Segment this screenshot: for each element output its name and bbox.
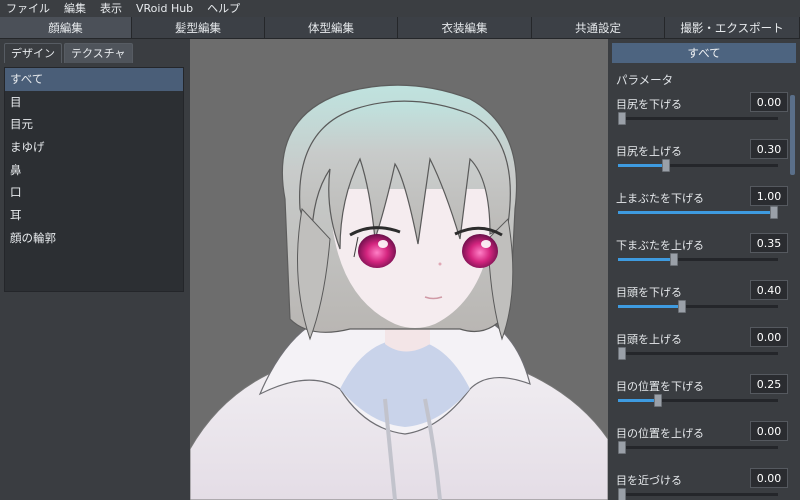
param-slider[interactable] [618,206,778,219]
param-label: 目頭を上げる [616,333,682,346]
category-eye-area[interactable]: 目元 [5,113,183,136]
param-row: 目尻を下げる 0.00 [608,89,800,136]
param-value-input[interactable]: 0.00 [750,92,788,112]
param-row: 目の位置を上げる 0.00 [608,418,800,465]
category-eyes[interactable]: 目 [5,91,183,114]
tab-hair-edit[interactable]: 髪型編集 [132,17,265,39]
tab-face-edit[interactable]: 顔編集 [0,17,132,39]
param-label: 目を近づける [616,474,682,487]
tab-design[interactable]: デザイン [4,43,62,63]
design-texture-tabs: デザイン テクスチャ [4,43,135,63]
param-label: 目の位置を下げる [616,380,704,393]
param-value-input[interactable]: 0.00 [750,421,788,441]
param-row: 目を近づける 0.00 [608,465,800,500]
tab-common-settings[interactable]: 共通設定 [532,17,665,39]
param-value-input[interactable]: 0.00 [750,327,788,347]
category-nose[interactable]: 鼻 [5,159,183,182]
slider-thumb[interactable] [670,253,678,266]
parameter-list: 目尻を下げる 0.00 目尻を上げる 0.30 上まぶたを下げる 1.00 下ま… [608,89,800,500]
tab-photo-export[interactable]: 撮影・エクスポート [665,17,800,39]
slider-thumb[interactable] [618,347,626,360]
category-eyebrows[interactable]: まゆげ [5,136,183,159]
menu-help[interactable]: ヘルプ [207,0,240,17]
param-row: 上まぶたを下げる 1.00 [608,183,800,230]
param-slider[interactable] [618,441,778,454]
param-label: 下まぶたを上げる [616,239,704,252]
menu-bar: ファイル 編集 表示 VRoid Hub ヘルプ [0,0,800,17]
slider-thumb[interactable] [618,112,626,125]
param-label: 目頭を下げる [616,286,682,299]
slider-thumb[interactable] [654,394,662,407]
slider-thumb[interactable] [618,441,626,454]
param-slider[interactable] [618,394,778,407]
category-panel: デザイン テクスチャ すべて 目 目元 まゆげ 鼻 口 耳 顔の輪郭 [0,39,190,500]
param-slider[interactable] [618,300,778,313]
avatar-render [190,84,608,500]
model-viewport[interactable] [190,39,608,500]
menu-view[interactable]: 表示 [100,0,122,17]
slider-thumb[interactable] [618,488,626,500]
param-slider[interactable] [618,112,778,125]
param-label: 上まぶたを下げる [616,192,704,205]
param-value-input[interactable]: 1.00 [750,186,788,206]
param-slider[interactable] [618,159,778,172]
slider-thumb[interactable] [678,300,686,313]
param-row: 目頭を下げる 0.40 [608,277,800,324]
tab-texture[interactable]: テクスチャ [64,43,133,63]
slider-thumb[interactable] [770,206,778,219]
param-label: 目尻を上げる [616,145,682,158]
category-ears[interactable]: 耳 [5,204,183,227]
param-value-input[interactable]: 0.30 [750,139,788,159]
parameter-header: すべて [612,43,796,63]
category-mouth[interactable]: 口 [5,181,183,204]
param-value-input[interactable]: 0.35 [750,233,788,253]
param-label: 目の位置を上げる [616,427,704,440]
param-row: 下まぶたを上げる 0.35 [608,230,800,277]
param-value-input[interactable]: 0.40 [750,280,788,300]
tab-outfit-edit[interactable]: 衣装編集 [398,17,532,39]
category-list: すべて 目 目元 まゆげ 鼻 口 耳 顔の輪郭 [4,67,184,292]
category-all[interactable]: すべて [5,68,183,91]
param-value-input[interactable]: 0.25 [750,374,788,394]
param-slider[interactable] [618,347,778,360]
param-slider[interactable] [618,488,778,500]
category-face-contour[interactable]: 顔の輪郭 [5,227,183,250]
main-tab-bar: 顔編集 髪型編集 体型編集 衣装編集 共通設定 撮影・エクスポート [0,17,800,39]
parameter-section-title: パラメータ [616,73,674,87]
param-value-input[interactable]: 0.00 [750,468,788,488]
menu-edit[interactable]: 編集 [64,0,86,17]
param-row: 目頭を上げる 0.00 [608,324,800,371]
tab-body-edit[interactable]: 体型編集 [265,17,398,39]
param-row: 目の位置を下げる 0.25 [608,371,800,418]
param-label: 目尻を下げる [616,98,682,111]
slider-thumb[interactable] [662,159,670,172]
menu-file[interactable]: ファイル [6,0,50,17]
parameter-panel: すべて パラメータ 目尻を下げる 0.00 目尻を上げる 0.30 上まぶたを下… [608,39,800,500]
param-row: 目尻を上げる 0.30 [608,136,800,183]
menu-vroid-hub[interactable]: VRoid Hub [136,0,193,17]
param-slider[interactable] [618,253,778,266]
